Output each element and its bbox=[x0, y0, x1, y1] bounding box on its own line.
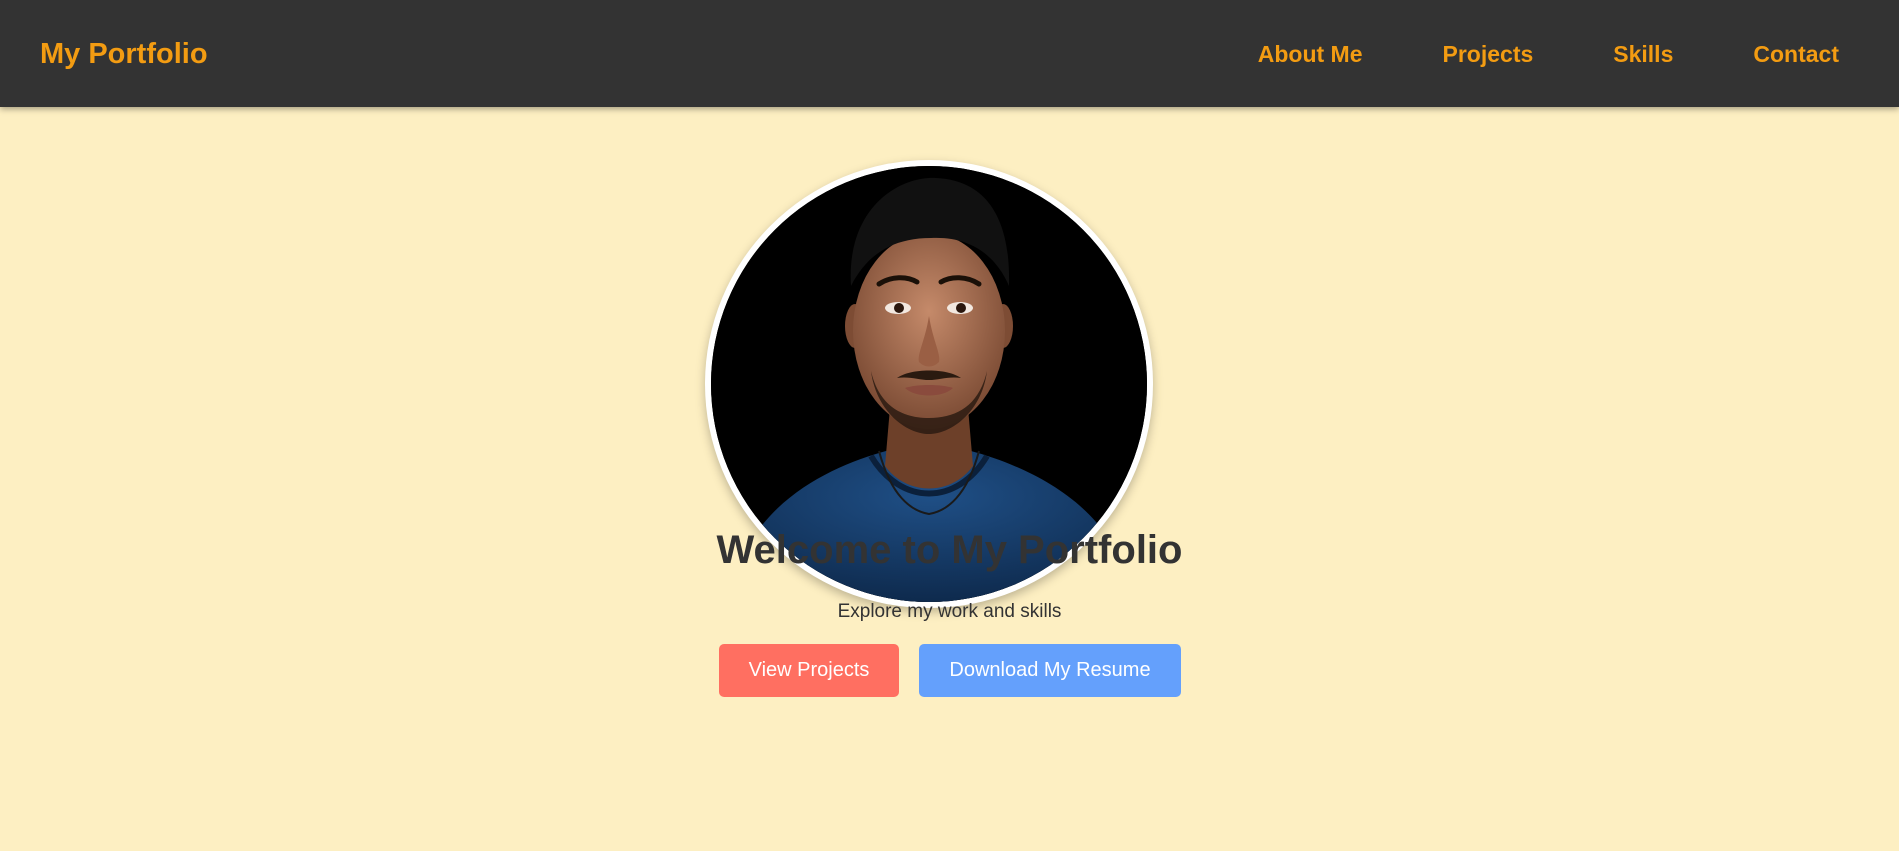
view-projects-button[interactable]: View Projects bbox=[719, 644, 899, 697]
main-nav: About Me Projects Skills Contact bbox=[1178, 40, 1839, 68]
hero-title: Welcome to My Portfolio bbox=[716, 528, 1183, 572]
site-brand[interactable]: My Portfolio bbox=[40, 36, 208, 72]
hero-subtitle: Explore my work and skills bbox=[837, 601, 1062, 622]
nav-link-contact[interactable]: Contact bbox=[1753, 40, 1839, 68]
nav-link-skills[interactable]: Skills bbox=[1613, 40, 1673, 68]
hero-section: Welcome to My Portfolio Explore my work … bbox=[0, 107, 1899, 851]
nav-link-projects[interactable]: Projects bbox=[1443, 40, 1534, 68]
nav-link-about-me[interactable]: About Me bbox=[1258, 40, 1363, 68]
download-resume-button[interactable]: Download My Resume bbox=[919, 644, 1181, 697]
top-navbar: My Portfolio About Me Projects Skills Co… bbox=[0, 0, 1899, 107]
